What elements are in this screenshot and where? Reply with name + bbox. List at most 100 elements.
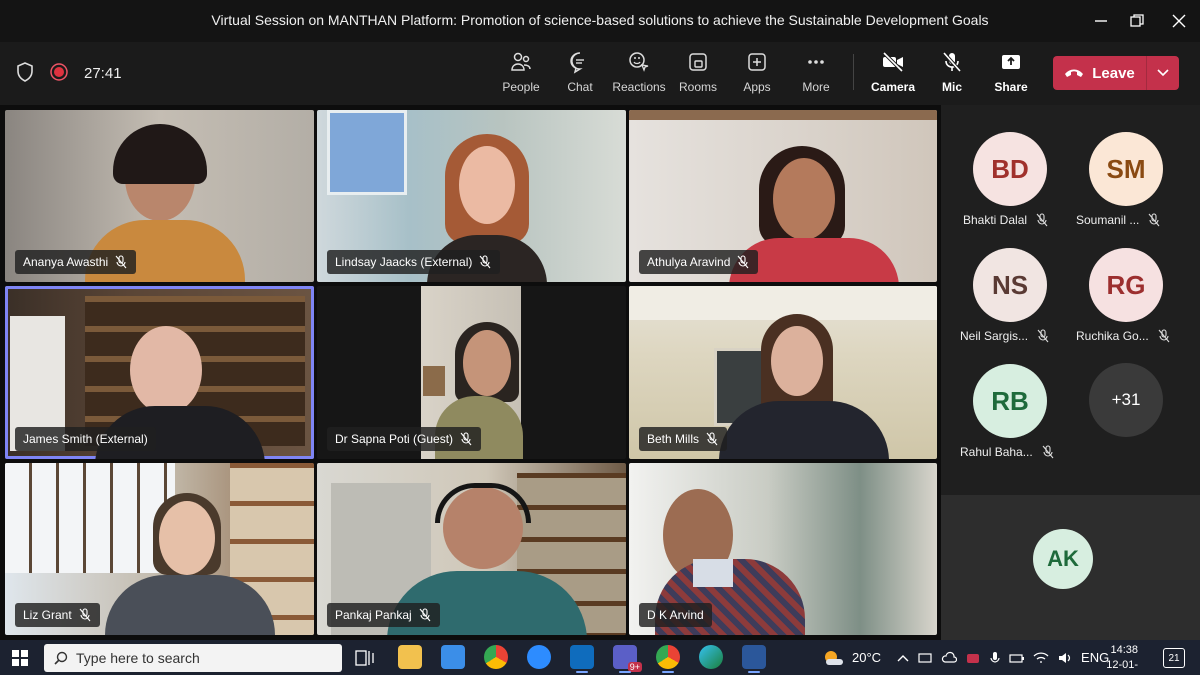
people-button[interactable]: People [491,50,551,100]
store-icon[interactable] [441,645,465,669]
self-view-tile[interactable]: AK [941,495,1200,640]
chrome-icon[interactable] [656,645,680,673]
video-tile[interactable]: Dr Sapna Poti (Guest) [317,286,626,459]
roster-name: Bhakti Dalal [963,213,1028,227]
avatar: BD [973,132,1047,206]
taskbar-search-box[interactable]: Type here to search [44,644,342,672]
roster-name: Soumanil ... [1076,213,1140,227]
video-tile[interactable]: Pankaj Pankaj [317,463,626,635]
participant-name: Ananya Awasthi [23,255,109,269]
battery-icon[interactable] [1009,651,1025,665]
volume-icon[interactable] [1057,651,1073,665]
outlook-icon[interactable] [570,645,594,673]
participant-nameplate: James Smith (External) [15,427,156,451]
roster-name-row: Ruchika Go... [1076,329,1171,343]
more-button[interactable]: More [786,50,846,100]
participant-name: James Smith (External) [23,432,148,446]
weather-temp[interactable]: 20°C [852,650,881,665]
camera-label: Camera [870,80,916,94]
participant-name: Lindsay Jaacks (External) [335,255,473,269]
shield-icon [17,62,33,82]
apps-button[interactable]: Apps [727,50,787,100]
edge-icon[interactable] [699,645,723,669]
weather-icon [825,650,843,665]
task-view-icon[interactable] [355,649,375,667]
notifications-button[interactable]: 21 [1163,648,1185,668]
mic-button[interactable]: Mic [922,50,982,100]
participant-name: Pankaj Pankaj [335,608,412,622]
chat-button[interactable]: Chat [550,50,610,100]
roster-name-row: Bhakti Dalal [963,213,1049,227]
minimize-button[interactable] [1086,8,1116,34]
reactions-icon [629,52,649,72]
teams-icon[interactable]: 9+ [613,645,642,673]
meeting-tray-icon[interactable] [965,651,981,665]
roster-name-row: Soumanil ... [1076,213,1161,227]
close-button[interactable] [1164,8,1194,34]
roster-item[interactable]: BD Bhakti Dalal [941,132,1061,244]
mic-label: Mic [941,80,962,94]
share-icon [1002,55,1020,69]
window-title: Virtual Session on MANTHAN Platform: Pro… [211,12,989,28]
roster-item[interactable]: SM Soumanil ... [1057,132,1177,244]
close-icon [1172,14,1186,28]
leave-options-button[interactable] [1147,56,1179,90]
video-tile[interactable]: Lindsay Jaacks (External) [317,110,626,282]
participant-video [113,124,207,184]
avatar: NS [973,248,1047,322]
participant-video [629,286,937,320]
taskbar-clock[interactable]: 14:38 12-01-2023 [1094,643,1138,675]
share-button[interactable]: Share [981,50,1041,100]
participant-video [159,501,215,575]
windows-start-icon[interactable] [12,650,28,666]
chrome-icon[interactable] [484,645,508,669]
rooms-button[interactable]: Rooms [668,50,728,100]
video-tile[interactable]: D K Arvind [629,463,937,635]
video-tile[interactable]: Liz Grant [5,463,314,635]
participant-name: Liz Grant [23,608,72,622]
rooms-label: Rooms [678,80,717,94]
participant-video [459,146,515,224]
roster-item[interactable]: NS Neil Sargis... [941,248,1061,360]
participant-name: D K Arvind [647,608,704,622]
mic-icon[interactable] [989,651,1001,665]
chevron-up-icon[interactable] [897,653,909,663]
mic-off-icon [115,255,127,269]
recording-icon [50,63,68,81]
participant-video [423,366,445,396]
video-tile[interactable]: Athulya Aravind [629,110,937,282]
participant-name: Dr Sapna Poti (Guest) [335,432,454,446]
network-icon[interactable] [917,651,933,665]
participant-nameplate: D K Arvind [639,603,712,627]
participant-roster: BD Bhakti Dalal SM Soumanil ... NS Neil … [941,105,1200,640]
file-explorer-icon[interactable] [398,645,422,669]
word-icon[interactable] [742,645,766,673]
roster-item[interactable]: RB Rahul Baha... [941,364,1061,476]
leave-button-group: Leave [1053,56,1179,90]
reactions-button[interactable]: Reactions [609,50,669,100]
zoom-icon[interactable] [527,645,551,669]
video-tile[interactable]: Beth Mills [629,286,937,459]
participant-video [130,326,202,414]
roster-name-row: Neil Sargis... [960,329,1050,343]
participant-video [773,158,835,240]
camera-button[interactable]: Camera [863,50,923,100]
clock-time: 14:38 [1110,644,1138,656]
rooms-icon [689,53,707,71]
participant-nameplate: Pankaj Pankaj [327,603,440,627]
video-tile[interactable]: Ananya Awasthi [5,110,314,282]
leave-button[interactable]: Leave [1053,56,1146,90]
participant-nameplate: Ananya Awasthi [15,250,137,274]
more-icon [808,60,824,64]
title-bar: Virtual Session on MANTHAN Platform: Pro… [0,0,1200,42]
participant-video [693,559,733,587]
system-tray: 20°C ENG [822,640,1109,675]
roster-item[interactable]: RG Ruchika Go... [1057,248,1177,360]
more-participants-button[interactable]: +31 [1089,363,1163,437]
wifi-icon[interactable] [1033,651,1049,665]
restore-button[interactable] [1122,8,1152,34]
roster-name: Rahul Baha... [960,445,1033,459]
cloud-icon[interactable] [941,651,958,665]
video-tile[interactable]: James Smith (External) [5,286,314,459]
windows-taskbar: Type here to search 9+ 20°C ENG 14:38 12… [0,640,1200,675]
